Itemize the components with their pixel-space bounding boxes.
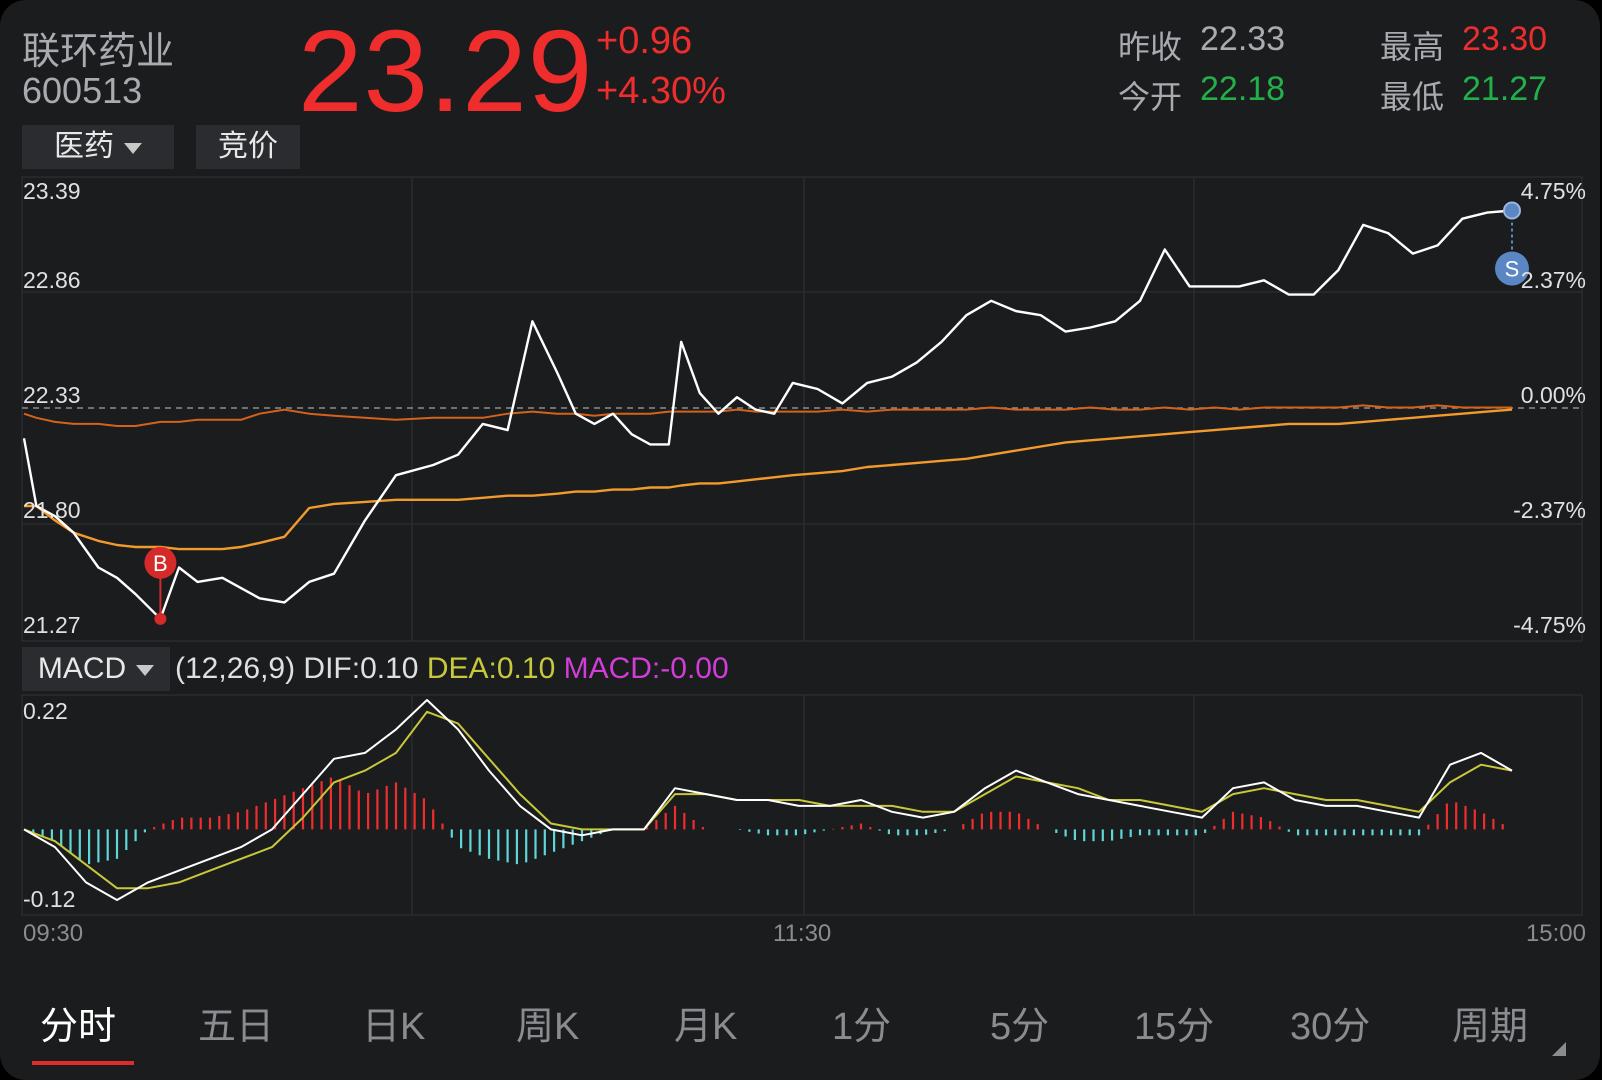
active-tab-indicator <box>32 1061 134 1065</box>
tab-intraday[interactable]: 分时 <box>40 995 116 1050</box>
sell-marker-dot <box>1503 201 1521 220</box>
app-frame: 联环药业 600513 23.29 +0.96 +4.30% 昨收 22.33 … <box>0 0 1600 1080</box>
y-tick-left: 23.39 <box>23 178 81 204</box>
macd-legend: (12,26,9) DIF:0.10 DEA:0.10 MACD:-0.00 <box>175 652 729 686</box>
buy-marker-dot <box>154 612 167 625</box>
x-tick: 15:00 <box>1525 920 1586 947</box>
sell-marker-label: S <box>1505 257 1520 282</box>
x-tick: 09:30 <box>23 920 84 947</box>
y-tick-left: 22.86 <box>23 267 81 293</box>
indicator-dropdown-label: MACD <box>37 652 127 685</box>
tab-daily-k[interactable]: 日K <box>362 995 425 1050</box>
y-tick-right: -2.37% <box>1513 497 1586 523</box>
tab-five-day[interactable]: 五日 <box>198 995 274 1050</box>
y-tick-right: -4.75% <box>1513 612 1586 638</box>
macd-value: -0.00 <box>660 652 729 685</box>
tab-30min[interactable]: 30分 <box>1290 995 1370 1050</box>
y-tick-right: 2.37% <box>1520 267 1586 293</box>
y-tick-left: 21.27 <box>23 612 81 638</box>
tab-weekly-k[interactable]: 周K <box>516 995 579 1050</box>
y-tick-right: 4.75% <box>1520 178 1586 204</box>
dea-value: 0.10 <box>496 652 556 685</box>
buy-marker-label: B <box>153 551 168 576</box>
price-series-layer <box>22 209 1513 620</box>
dea-label: DEA: <box>426 652 497 685</box>
y-tick-right: 0.00% <box>1520 382 1586 408</box>
macd-y-tick: 0.22 <box>23 698 68 724</box>
indicator-dropdown[interactable]: MACD <box>22 647 170 691</box>
macd-label: MACD: <box>563 652 661 685</box>
tab-15min[interactable]: 15分 <box>1134 995 1214 1050</box>
y-tick-left: 21.80 <box>23 497 81 523</box>
tab-period[interactable]: 周期 <box>1452 995 1528 1050</box>
tab-5min[interactable]: 5分 <box>990 995 1049 1050</box>
macd-series-layer <box>23 699 1513 901</box>
x-tick: 11:30 <box>773 920 832 947</box>
tab-monthly-k[interactable]: 月K <box>674 995 737 1050</box>
trade-markers: BS <box>144 201 1529 625</box>
dif-label: DIF: <box>303 652 361 685</box>
y-tick-left: 22.33 <box>23 382 81 408</box>
dif-line <box>23 699 1513 901</box>
main-plot-frame <box>21 176 1583 642</box>
main-grid <box>21 176 1583 916</box>
macd-params: (12,26,9) <box>175 652 296 685</box>
average-price-line <box>24 408 1513 551</box>
dif-value: 0.10 <box>360 652 419 685</box>
chevron-down-icon <box>136 664 155 676</box>
tab-1min[interactable]: 1分 <box>832 995 891 1050</box>
macd-y-tick: -0.12 <box>23 886 76 912</box>
intraday-chart[interactable]: BS <box>0 0 1600 970</box>
price-line <box>22 209 1513 620</box>
corner-expand-icon <box>1552 1042 1566 1056</box>
